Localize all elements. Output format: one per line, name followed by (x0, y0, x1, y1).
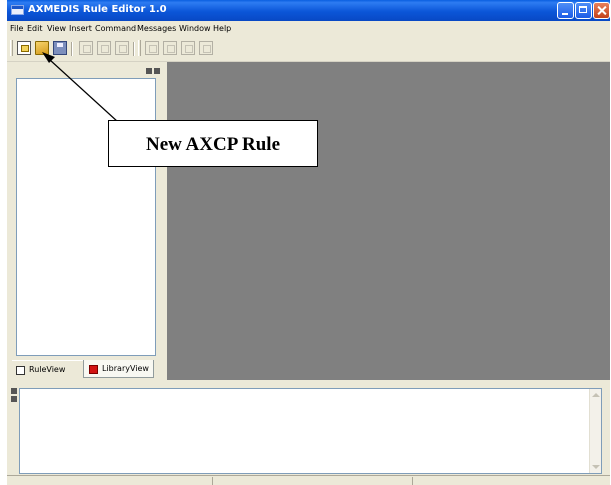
workspace-panel: RuleView LibraryView (7, 62, 162, 380)
menu-window[interactable]: Window (179, 21, 211, 36)
title-bar[interactable]: AXMEDIS Rule Editor 1.0 (7, 0, 610, 21)
ruleview-icon (16, 366, 25, 375)
status-bar (7, 475, 610, 485)
toolbar-grip[interactable] (138, 40, 141, 56)
status-pane (212, 477, 412, 485)
output-panel (7, 380, 610, 475)
zoom-icon[interactable] (199, 41, 213, 55)
output-close-icon[interactable] (11, 388, 17, 394)
open-icon[interactable] (35, 41, 49, 55)
menu-edit[interactable]: Edit (27, 21, 43, 36)
toolbar-separator (71, 42, 73, 56)
new-rule-icon[interactable] (17, 41, 31, 55)
menu-command[interactable]: Command (95, 21, 136, 36)
scroll-down-icon[interactable] (592, 465, 600, 469)
window-title: AXMEDIS Rule Editor 1.0 (28, 4, 167, 15)
minimize-icon[interactable] (557, 2, 574, 19)
app-window-icon (11, 5, 24, 15)
edit-icon[interactable] (163, 41, 177, 55)
output-panel-controls (11, 388, 17, 402)
panel-dock-icon[interactable] (146, 68, 152, 74)
menu-view[interactable]: View (47, 21, 66, 36)
output-dock-icon[interactable] (11, 396, 17, 402)
menu-messages[interactable]: Messages (137, 21, 176, 36)
tab-libraryview[interactable]: LibraryView (83, 360, 154, 378)
main-window: AXMEDIS Rule Editor 1.0 File Edit View I… (7, 0, 610, 485)
close-icon[interactable] (593, 2, 610, 19)
run-icon[interactable] (181, 41, 195, 55)
save-icon[interactable] (53, 41, 67, 55)
toolbar (7, 36, 610, 62)
annotated-screenshot: AXMEDIS Rule Editor 1.0 File Edit View I… (0, 0, 611, 485)
panel-close-icon[interactable] (154, 68, 160, 74)
paste-icon[interactable] (115, 41, 129, 55)
output-textarea[interactable] (19, 388, 602, 474)
cut-icon[interactable] (79, 41, 93, 55)
maximize-icon[interactable] (575, 2, 592, 19)
mdi-client-area[interactable] (167, 62, 610, 380)
libraryview-icon (89, 365, 98, 374)
callout-text: New AXCP Rule (145, 134, 281, 155)
toolbar-separator (133, 42, 135, 56)
tab-libraryview-label: LibraryView (102, 364, 149, 373)
menu-bar: File Edit View Insert Command Messages W… (7, 21, 610, 36)
menu-file[interactable]: File (10, 21, 23, 36)
tab-ruleview[interactable]: RuleView (12, 360, 83, 379)
annotation-callout: New AXCP Rule (108, 120, 318, 167)
status-pane (412, 477, 610, 485)
menu-insert[interactable]: Insert (69, 21, 92, 36)
copy-icon[interactable] (97, 41, 111, 55)
property-icon[interactable] (145, 41, 159, 55)
tab-ruleview-label: RuleView (29, 365, 66, 374)
panel-controls (146, 68, 160, 74)
output-scrollbar[interactable] (589, 389, 601, 473)
scroll-up-icon[interactable] (592, 393, 600, 397)
menu-help[interactable]: Help (213, 21, 231, 36)
toolbar-grip[interactable] (10, 40, 13, 56)
